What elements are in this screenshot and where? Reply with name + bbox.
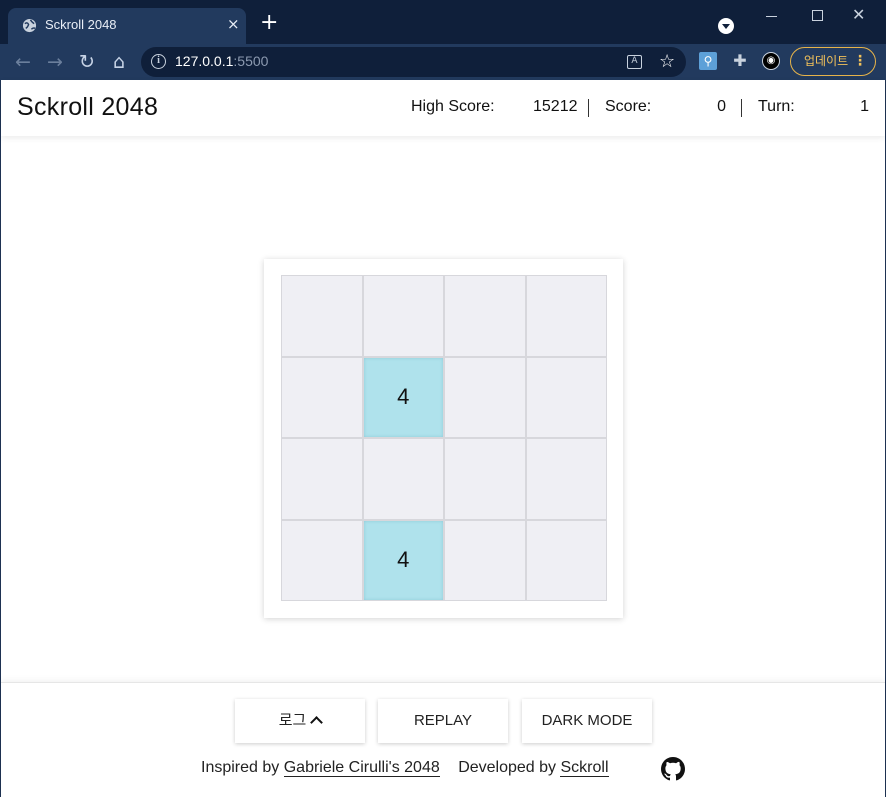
board-grid: 44 — [281, 275, 607, 601]
credits: Inspired by Gabriele Cirulli's 2048 Deve… — [201, 759, 609, 777]
empty-cell — [282, 357, 362, 437]
forward-arrow-icon[interactable]: → — [42, 49, 68, 75]
developed-prefix: Developed by — [458, 759, 557, 776]
divider — [588, 99, 589, 117]
developer-link[interactable]: Sckroll — [560, 759, 609, 777]
home-icon[interactable]: ⌂ — [106, 49, 132, 75]
new-tab-button[interactable]: + — [260, 12, 278, 34]
back-arrow-icon[interactable]: ← — [10, 49, 36, 75]
turn-label: Turn: — [758, 98, 795, 115]
chevron-up-icon — [310, 716, 324, 729]
tab-title: Sckroll 2048 — [45, 17, 117, 32]
high-score-value: 15212 — [533, 98, 578, 115]
site-info-icon[interactable]: i — [151, 54, 166, 69]
dark-mode-button[interactable]: DARK MODE — [522, 699, 652, 743]
tab-search-icon[interactable] — [718, 18, 734, 34]
replay-button[interactable]: REPLAY — [378, 699, 508, 743]
empty-cell — [526, 520, 606, 600]
tile: 4 — [363, 357, 443, 437]
tile: 4 — [363, 520, 443, 600]
extensions-puzzle-icon[interactable]: ✚ — [731, 52, 749, 70]
score-label: Score: — [605, 98, 652, 115]
window-maximize-button[interactable] — [808, 6, 828, 26]
footer: 로그 REPLAY DARK MODE Inspired by Gabriele… — [1, 682, 885, 797]
github-icon[interactable] — [661, 757, 685, 781]
empty-cell — [363, 276, 443, 356]
divider — [741, 99, 742, 117]
url-text[interactable]: 127.0.0.1:5500 — [175, 53, 268, 69]
empty-cell — [282, 439, 362, 519]
game-board[interactable]: 44 — [264, 259, 623, 618]
empty-cell — [445, 357, 525, 437]
empty-cell — [526, 357, 606, 437]
log-button-label: 로그 — [278, 712, 307, 729]
log-button[interactable]: 로그 — [235, 699, 365, 743]
empty-cell — [526, 439, 606, 519]
browser-tab[interactable]: Sckroll 2048 × — [8, 8, 246, 44]
translate-icon[interactable]: A — [627, 55, 642, 69]
inspired-prefix: Inspired by — [201, 759, 280, 776]
empty-cell — [363, 439, 443, 519]
empty-cell — [445, 276, 525, 356]
extension-search-icon[interactable]: ⚲ — [699, 52, 717, 70]
game-header: Sckroll 2048 High Score: 15212 Score: 0 … — [1, 80, 885, 136]
address-bar[interactable]: i 127.0.0.1:5500 A ☆ — [141, 47, 686, 77]
score-value: 0 — [717, 98, 726, 115]
window-minimize-button[interactable] — [762, 6, 782, 26]
globe-icon — [22, 18, 37, 33]
menu-dots-icon[interactable]: ⋮ — [853, 48, 867, 75]
browser-toolbar: ← → ↻ ⌂ i 127.0.0.1:5500 A ☆ ⚲ ✚ ◉ 업데이트 … — [0, 44, 886, 80]
empty-cell — [445, 520, 525, 600]
update-button[interactable]: 업데이트 ⋮ — [790, 47, 876, 76]
inspired-link[interactable]: Gabriele Cirulli's 2048 — [283, 759, 440, 777]
browser-titlebar: Sckroll 2048 × + ✕ — [0, 0, 886, 44]
empty-cell — [526, 276, 606, 356]
url-port: :5500 — [233, 53, 269, 69]
empty-cell — [282, 276, 362, 356]
high-score-label: High Score: — [411, 98, 495, 115]
tab-close-icon[interactable]: × — [227, 15, 240, 33]
window-close-button[interactable]: ✕ — [852, 6, 872, 26]
url-host: 127.0.0.1 — [175, 53, 234, 69]
profile-avatar-icon[interactable]: ◉ — [762, 52, 780, 70]
bookmark-star-icon[interactable]: ☆ — [659, 51, 675, 72]
update-label: 업데이트 — [804, 54, 849, 68]
empty-cell — [445, 439, 525, 519]
empty-cell — [282, 520, 362, 600]
page-title: Sckroll 2048 — [17, 93, 159, 121]
reload-icon[interactable]: ↻ — [74, 49, 100, 75]
turn-value: 1 — [860, 98, 869, 115]
page: Sckroll 2048 High Score: 15212 Score: 0 … — [1, 80, 885, 797]
